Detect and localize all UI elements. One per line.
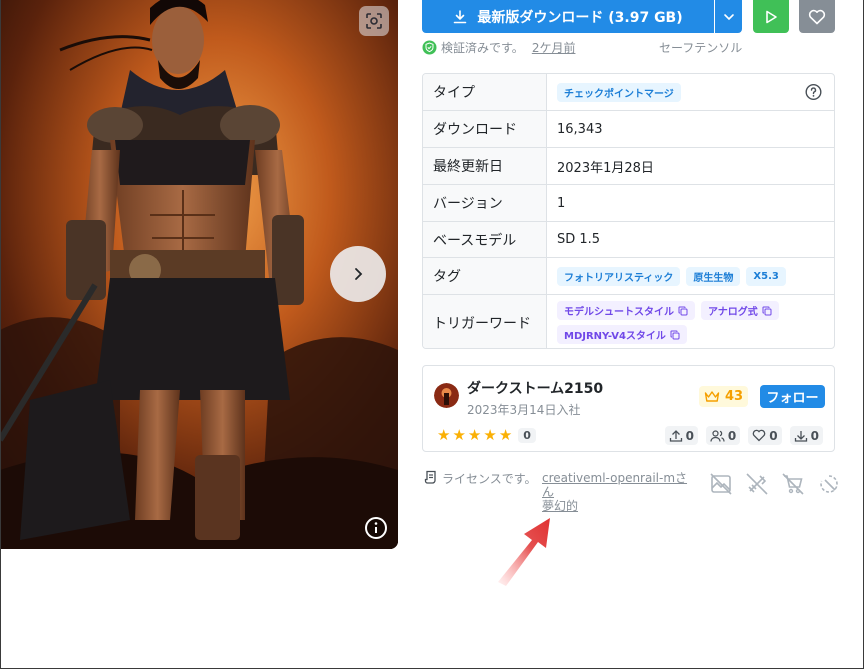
license-link-line1: creativeml-openrail-mさん [542, 471, 688, 499]
copy-icon[interactable] [678, 306, 688, 316]
star-icon: ★ [437, 425, 451, 444]
avatar[interactable] [434, 383, 459, 408]
no-image-sell-icon[interactable] [709, 472, 733, 496]
rating-count: 0 [518, 427, 536, 443]
heart-outline-icon [753, 429, 766, 442]
star-icon: ★ [498, 425, 513, 444]
copy-icon[interactable] [762, 306, 772, 316]
likes-count: 0 [769, 428, 778, 443]
detail-row-base-model: ベースモデル SD 1.5 [423, 222, 834, 258]
followers-count: 0 [727, 428, 737, 443]
info-icon [365, 517, 387, 539]
no-merge-icon[interactable] [817, 472, 841, 496]
file-format-label: セーフテンソル [659, 41, 743, 55]
downloads-stat: 0 [789, 426, 823, 445]
star-icon: ★ [452, 425, 466, 444]
detail-row-trigger-words: トリガーワード モデルシュートスタイル アナログ式 MDJRNY-V4スタイル [423, 295, 834, 348]
download-latest-button[interactable]: 最新版ダウンロード (3.97 GB) [422, 0, 714, 33]
shield-check-icon [422, 40, 437, 55]
trigger-word-label: モデルシュートスタイル [564, 307, 674, 318]
scan-image-button[interactable] [359, 6, 389, 36]
users-icon [710, 429, 725, 442]
trigger-word-badge[interactable]: MDJRNY-V4スタイル [557, 325, 687, 344]
detail-key: 最終更新日 [423, 148, 547, 184]
detail-value: 1 [557, 195, 566, 211]
no-cart-icon[interactable] [781, 472, 805, 496]
detail-key: トリガーワード [423, 295, 547, 348]
tag-badge[interactable]: 原生生物 [686, 266, 741, 286]
tag-badge[interactable]: X5.3 [746, 266, 786, 286]
trigger-word-badge[interactable]: アナログ式 [701, 301, 779, 320]
followers-stat: 0 [705, 426, 741, 445]
no-rent-icon[interactable] [745, 472, 769, 496]
next-image-button[interactable] [330, 246, 386, 302]
scan-icon [366, 13, 382, 29]
image-info-button[interactable] [364, 516, 388, 540]
download-small-icon [794, 430, 807, 442]
detail-row-tags: タグ フォトリアリスティック 原生生物 X5.3 [423, 258, 834, 295]
uploads-stat: 0 [664, 426, 698, 445]
creator-name[interactable]: ダークストーム2150 [467, 378, 603, 398]
trigger-word-badge[interactable]: モデルシュートスタイル [557, 301, 695, 320]
verified-text: 検証済みです。 [441, 41, 524, 55]
crown-icon [704, 391, 720, 402]
detail-row-version: バージョン 1 [423, 185, 834, 222]
run-model-button[interactable] [753, 0, 789, 33]
type-badge: チェックポイントマージ [557, 82, 681, 102]
trigger-word-label: MDJRNY-V4スタイル [564, 331, 666, 342]
detail-row-type: タイプ チェックポイントマージ [423, 74, 834, 111]
annotation-arrow [498, 518, 550, 586]
license-icon [424, 470, 436, 484]
detail-row-updated: 最終更新日 2023年1月28日 [423, 148, 834, 185]
tag-badge[interactable]: フォトリアリスティック [557, 266, 681, 286]
download-options-button[interactable] [715, 0, 742, 33]
verification-status: 検証済みです。 2ケ月前 [422, 39, 575, 56]
play-icon [766, 10, 777, 23]
creator-card: ダークストーム2150 2023年3月14日入社 43 フォロー ★ ★ ★ ★… [422, 365, 835, 452]
detail-value: 2023年1月28日 [557, 160, 654, 176]
follow-button[interactable]: フォロー [760, 385, 825, 408]
detail-key: ダウンロード [423, 111, 547, 147]
detail-key: タイプ [423, 74, 547, 110]
rating[interactable]: ★ ★ ★ ★ ★ 0 [434, 425, 540, 445]
license-info: ライセンスです。 [424, 470, 537, 487]
verified-time-link[interactable]: 2ケ月前 [532, 39, 576, 56]
heart-icon [808, 9, 826, 24]
downloads-count: 0 [810, 428, 819, 443]
trigger-word-label: アナログ式 [708, 307, 758, 318]
chevron-right-icon [355, 268, 363, 280]
creator-joined-date: 2023年3月14日入社 [467, 403, 581, 417]
model-image[interactable] [0, 0, 398, 549]
detail-value: 16,343 [557, 121, 603, 137]
upload-icon [669, 429, 682, 442]
rank-count: 43 [725, 389, 744, 404]
detail-key: タグ [423, 258, 547, 294]
license-label: ライセンスです。 [442, 472, 537, 486]
creator-rank-badge: 43 [699, 386, 749, 407]
detail-key: ベースモデル [423, 222, 547, 257]
favorite-button[interactable] [799, 0, 835, 33]
detail-key: バージョン [423, 185, 547, 221]
creator-stats: 0 0 0 0 [664, 426, 823, 445]
copy-icon[interactable] [670, 330, 680, 340]
help-icon[interactable] [805, 83, 822, 101]
detail-value: SD 1.5 [557, 232, 601, 247]
chevron-down-icon [723, 13, 734, 20]
download-icon [454, 9, 467, 23]
likes-stat: 0 [748, 426, 782, 445]
license-permissions [709, 472, 841, 496]
detail-row-downloads: ダウンロード 16,343 [423, 111, 834, 148]
star-icon: ★ [467, 425, 482, 444]
star-icon: ★ [483, 425, 497, 444]
model-details-table: タイプ チェックポイントマージ ダウンロード 16,343 最終更新日 2023… [422, 73, 835, 349]
uploads-count: 0 [685, 428, 694, 443]
download-label: 最新版ダウンロード (3.97 GB) [477, 9, 683, 26]
